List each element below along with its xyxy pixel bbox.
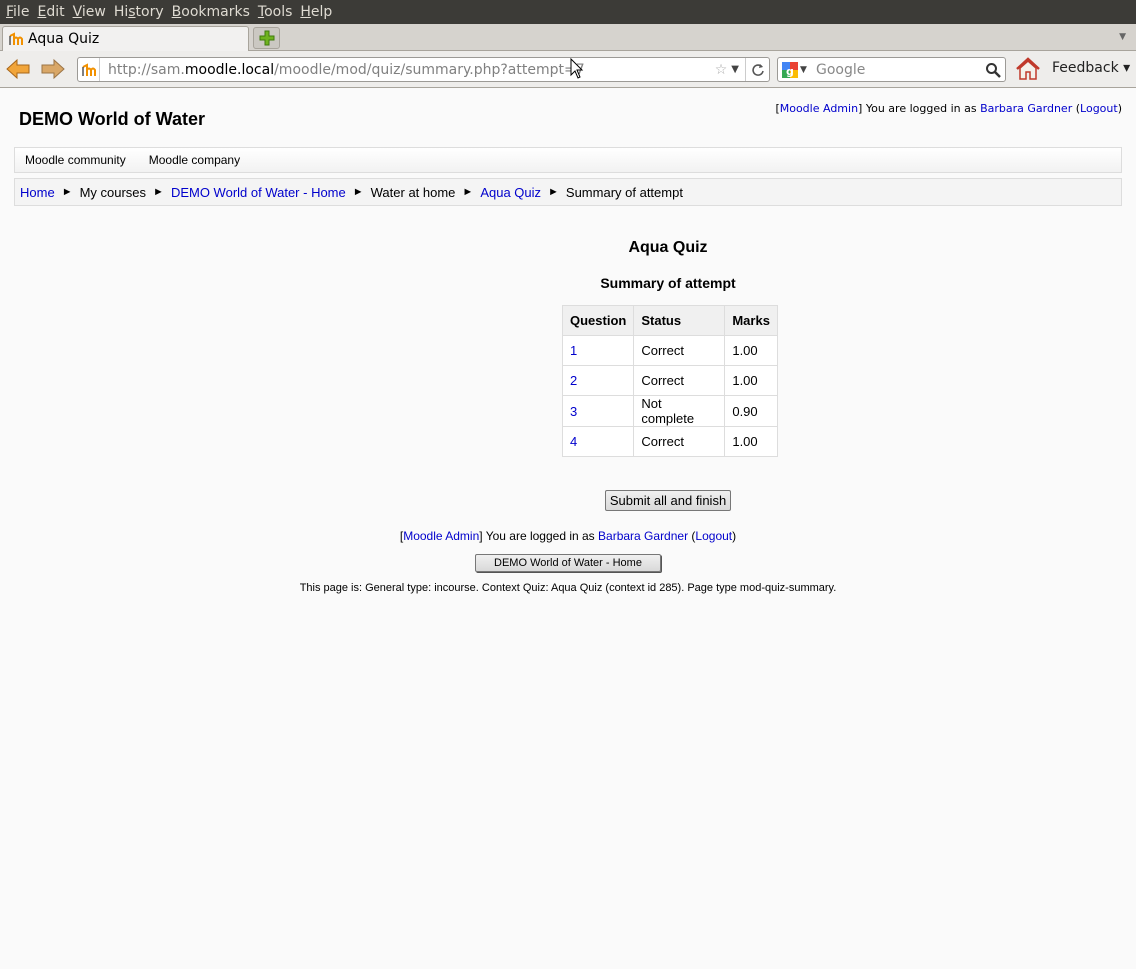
- logout-link[interactable]: Logout: [695, 529, 732, 543]
- url-text[interactable]: http://sam.moodle.local/moodle/mod/quiz/…: [100, 62, 715, 78]
- search-engine-selector[interactable]: g ▼: [778, 61, 810, 78]
- question-link[interactable]: 4: [570, 434, 577, 449]
- url-bar[interactable]: http://sam.moodle.local/moodle/mod/quiz/…: [77, 57, 770, 82]
- reload-icon: [751, 63, 764, 76]
- svg-text:g: g: [786, 65, 794, 78]
- plus-icon: [259, 30, 274, 46]
- page-info: This page is: General type: incourse. Co…: [299, 582, 837, 594]
- reload-button[interactable]: [745, 58, 769, 81]
- question-status: Correct: [633, 426, 726, 457]
- home-icon: [1016, 57, 1040, 80]
- back-arrow-icon: [6, 58, 30, 80]
- tab-title: Aqua Quiz: [28, 31, 100, 47]
- summary-title: Summary of attempt: [600, 275, 736, 291]
- menu-view[interactable]: View: [71, 0, 112, 24]
- login-info-top: [Moodle Admin] You are logged in as Barb…: [775, 102, 1122, 115]
- breadcrumb: Home ► My courses ► DEMO World of Water …: [14, 178, 1122, 206]
- question-marks: 1.00: [724, 426, 778, 457]
- tab-aqua-quiz[interactable]: Aqua Quiz: [2, 26, 249, 51]
- question-status: Correct: [633, 365, 726, 396]
- breadcrumb-my-courses: My courses: [79, 184, 147, 200]
- menubar: File Edit View History Bookmarks Tools H…: [0, 0, 1136, 24]
- site-identity-icon[interactable]: [78, 58, 100, 81]
- menu-moodle-company[interactable]: Moodle company: [149, 153, 240, 167]
- mouse-cursor-icon: [570, 58, 584, 79]
- header-marks: Marks: [724, 305, 778, 336]
- tab-bar: Aqua Quiz ▼: [0, 24, 1136, 51]
- search-input[interactable]: Google: [810, 62, 981, 78]
- login-info-bottom: [Moodle Admin] You are logged in as Barb…: [399, 529, 737, 543]
- search-button[interactable]: [981, 62, 1005, 78]
- breadcrumb-course[interactable]: DEMO World of Water - Home: [171, 185, 346, 200]
- google-icon: g: [782, 61, 798, 78]
- breadcrumb-separator: ►: [61, 186, 73, 198]
- forward-button[interactable]: [39, 57, 67, 81]
- custom-menu: Moodle community Moodle company: [14, 147, 1122, 173]
- table-row: 1 Correct 1.00: [561, 335, 778, 366]
- menu-edit[interactable]: Edit: [35, 0, 70, 24]
- table-header-row: Question Status Marks: [561, 305, 778, 336]
- breadcrumb-quiz[interactable]: Aqua Quiz: [480, 185, 541, 200]
- back-button[interactable]: [4, 57, 32, 81]
- table-row: 4 Correct 1.00: [561, 426, 778, 457]
- header-status: Status: [633, 305, 726, 336]
- url-history-dropdown-icon[interactable]: ▼: [731, 64, 739, 75]
- search-bar[interactable]: g ▼ Google: [777, 57, 1006, 82]
- moodle-admin-link[interactable]: Moodle Admin: [403, 529, 479, 543]
- breadcrumb-separator: ►: [153, 186, 164, 198]
- question-status: Not complete: [633, 395, 726, 427]
- question-marks: 0.90: [724, 395, 778, 427]
- question-link[interactable]: 1: [570, 343, 577, 358]
- question-status: Correct: [633, 335, 726, 366]
- breadcrumb-section: Water at home: [370, 184, 456, 200]
- breadcrumb-home[interactable]: Home: [20, 185, 55, 200]
- tab-list-arrow-icon[interactable]: ▼: [1119, 32, 1126, 42]
- breadcrumb-separator: ►: [462, 186, 474, 198]
- header-question: Question: [561, 305, 635, 336]
- navigation-toolbar: http://sam.moodle.local/moodle/mod/quiz/…: [0, 51, 1136, 88]
- page-content: [Moodle Admin] You are logged in as Barb…: [0, 89, 1136, 969]
- magnifier-icon: [986, 62, 1001, 78]
- menu-moodle-community[interactable]: Moodle community: [25, 153, 126, 167]
- menu-bookmarks[interactable]: Bookmarks: [170, 0, 256, 24]
- menu-help[interactable]: Help: [298, 0, 338, 24]
- menu-file[interactable]: File: [4, 0, 35, 24]
- attempt-summary-table: Question Status Marks 1 Correct 1.00 2 C…: [561, 305, 778, 457]
- table-row: 2 Correct 1.00: [561, 365, 778, 396]
- course-home-button[interactable]: DEMO World of Water - Home: [475, 554, 661, 572]
- home-button[interactable]: [1014, 56, 1042, 82]
- submit-all-and-finish-button[interactable]: Submit all and finish: [605, 490, 731, 511]
- bookmark-star-icon[interactable]: ☆: [715, 62, 728, 78]
- moodle-favicon-icon: [8, 31, 24, 47]
- site-title: DEMO World of Water: [19, 109, 205, 129]
- table-row: 3 Not complete 0.90: [561, 395, 778, 427]
- question-marks: 1.00: [724, 335, 778, 366]
- breadcrumb-separator: ►: [548, 186, 559, 198]
- forward-arrow-icon: [41, 58, 65, 80]
- new-tab-button[interactable]: [253, 27, 280, 49]
- logout-link[interactable]: Logout: [1080, 102, 1118, 115]
- user-link[interactable]: Barbara Gardner: [980, 102, 1072, 115]
- question-link[interactable]: 2: [570, 373, 577, 388]
- breadcrumb-separator: ►: [352, 186, 364, 198]
- breadcrumb-current: Summary of attempt: [565, 184, 683, 200]
- menu-history[interactable]: History: [112, 0, 170, 24]
- question-link[interactable]: 3: [570, 404, 577, 419]
- menu-tools[interactable]: Tools: [256, 0, 299, 24]
- moodle-admin-link[interactable]: Moodle Admin: [780, 102, 858, 115]
- question-marks: 1.00: [724, 365, 778, 396]
- quiz-title: Aqua Quiz: [628, 239, 708, 256]
- feedback-button[interactable]: Feedback ▾: [1052, 60, 1130, 76]
- user-link[interactable]: Barbara Gardner: [598, 529, 688, 543]
